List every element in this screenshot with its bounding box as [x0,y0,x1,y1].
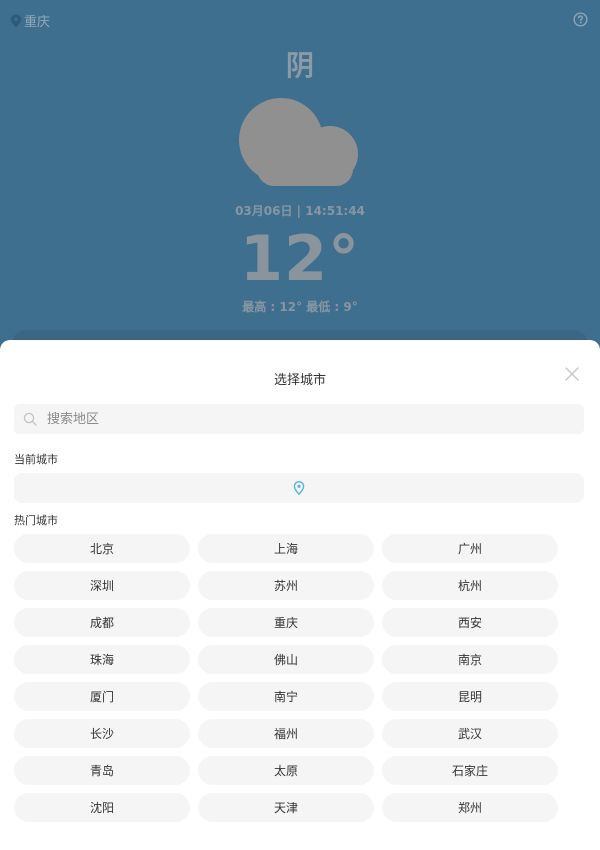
city-chip[interactable]: 成都 [14,608,190,637]
question-circle-icon[interactable] [573,12,588,27]
hot-cities-label: 热门城市 [14,514,58,527]
city-chip[interactable]: 长沙 [14,719,190,748]
city-chip[interactable]: 青岛 [14,756,190,785]
city-chip[interactable]: 上海 [198,534,374,563]
hot-cities-grid: 北京 上海 广州 深圳 苏州 杭州 成都 重庆 西安 珠海 佛山 南京 厦门 南… [14,534,574,822]
city-chip[interactable]: 福州 [198,719,374,748]
city-name: 重庆 [24,15,51,30]
city-chip[interactable]: 太原 [198,756,374,785]
weather-datetime: 03月06日 | 14:51:44 [235,204,365,218]
city-chip[interactable]: 南宁 [198,682,374,711]
city-chip[interactable]: 苏州 [198,571,374,600]
city-chip[interactable]: 深圳 [14,571,190,600]
city-chip[interactable]: 厦门 [14,682,190,711]
city-chip[interactable]: 石家庄 [382,756,558,785]
high-low-temperature: 最高 : 12° 最低 : 9° [242,300,358,314]
search-input[interactable] [45,410,549,428]
city-chip[interactable]: 天津 [198,793,374,822]
location-pin-icon [11,14,21,27]
city-chip[interactable]: 北京 [14,534,190,563]
city-chip[interactable]: 珠海 [14,645,190,674]
city-picker-sheet: 选择城市 当前城市 热门城市 北京 上海 广州 深圳 苏州 杭州 成都 重庆 西… [0,340,600,850]
location-pin-icon [293,481,305,495]
weather-condition: 阴 [285,49,314,82]
weather-background: 重庆 阴 03月06日 | 14:51:44 12° 最高 : 12° 最低 :… [0,0,600,370]
cloudy-icon [239,98,358,186]
city-chip[interactable]: 南京 [382,645,558,674]
search-bar[interactable] [14,404,584,434]
current-city-tag[interactable]: 重庆 [10,11,50,30]
current-city-button[interactable] [14,473,584,503]
sheet-title: 选择城市 [273,373,326,388]
city-chip[interactable]: 西安 [382,608,558,637]
current-temperature: 12° [239,222,361,295]
current-city-label: 当前城市 [14,453,58,466]
close-icon[interactable] [564,366,580,382]
city-chip[interactable]: 昆明 [382,682,558,711]
city-chip[interactable]: 佛山 [198,645,374,674]
city-chip[interactable]: 重庆 [198,608,374,637]
city-chip[interactable]: 沈阳 [14,793,190,822]
search-icon [23,412,37,426]
city-chip[interactable]: 郑州 [382,793,558,822]
city-chip[interactable]: 武汉 [382,719,558,748]
city-chip[interactable]: 广州 [382,534,558,563]
city-chip[interactable]: 杭州 [382,571,558,600]
